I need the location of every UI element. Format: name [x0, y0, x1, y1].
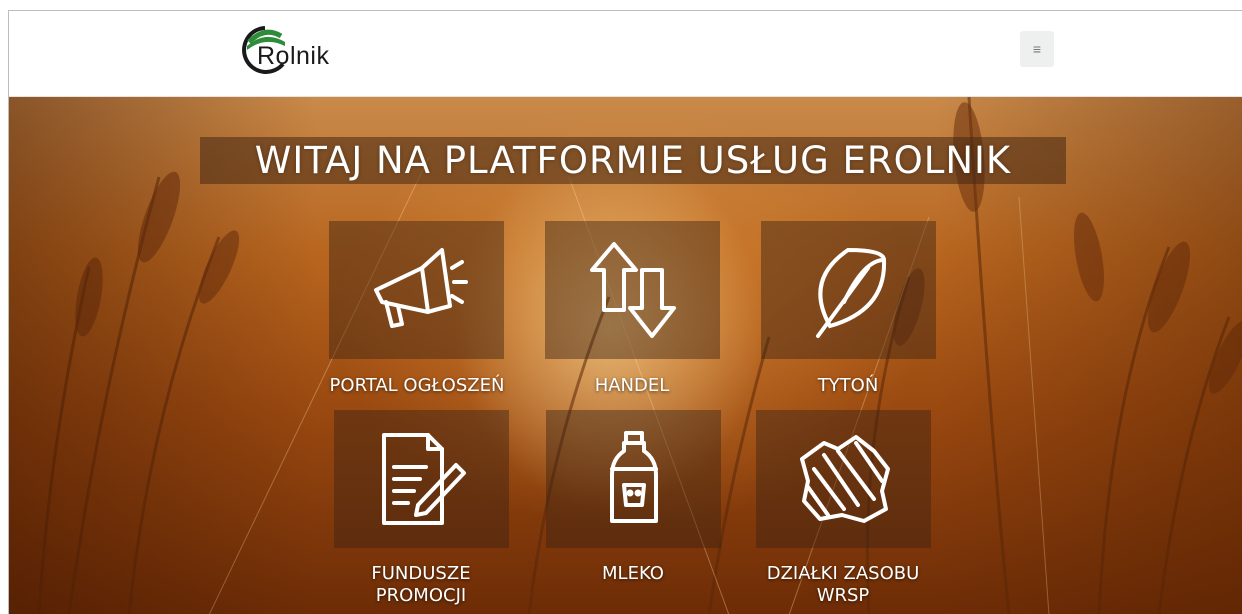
tile-portal-ogloszen-label[interactable]: PORTAL OGŁOSZEŃ [307, 375, 527, 397]
hamburger-icon: ≡ [1032, 41, 1042, 57]
tile-mleko-label[interactable]: MLEKO [523, 563, 743, 585]
document-pen-icon [381, 433, 466, 525]
tile-fundusze-promocji[interactable] [334, 410, 509, 548]
erolnik-logo[interactable]: Rolnik [241, 24, 341, 76]
welcome-title: WITAJ NA PLATFORMIE USŁUG EROLNIK [254, 139, 1012, 182]
tile-tyton[interactable] [761, 221, 936, 359]
hero-section: WITAJ NA PLATFORMIE USŁUG EROLNIK PORTAL… [9, 97, 1242, 614]
tile-dzialki-line2: WRSP [816, 585, 870, 606]
browser-viewport: Rolnik ≡ WITAJ NA PLATFORMIE USŁUG EROLN… [8, 10, 1242, 614]
megaphone-icon [373, 248, 468, 328]
leaf-icon [815, 247, 886, 338]
tile-dzialki-zasobu[interactable] [756, 410, 931, 548]
tile-fundusze-line1: FUNDUSZE [371, 563, 471, 584]
tile-handel[interactable] [545, 221, 720, 359]
tile-dzialki-zasobu-label[interactable]: DZIAŁKI ZASOBU WRSP [733, 563, 953, 607]
tile-dzialki-line1: DZIAŁKI ZASOBU [766, 563, 920, 584]
milk-can-icon [609, 431, 658, 523]
tile-portal-ogloszen[interactable] [329, 221, 504, 359]
land-map-icon [799, 435, 890, 523]
menu-toggle-button[interactable]: ≡ [1020, 31, 1054, 67]
tile-handel-label[interactable]: HANDEL [522, 375, 742, 397]
trade-arrows-icon [589, 242, 676, 338]
logo-text: Rolnik [257, 42, 330, 70]
tile-fundusze-line2: PROMOCJI [375, 585, 467, 606]
tile-mleko[interactable] [546, 410, 721, 548]
welcome-banner: WITAJ NA PLATFORMIE USŁUG EROLNIK [200, 137, 1066, 184]
tile-tyton-label[interactable]: TYTOŃ [738, 375, 958, 397]
tile-fundusze-promocji-label[interactable]: FUNDUSZE PROMOCJI [311, 563, 531, 607]
top-navbar: Rolnik ≡ [9, 11, 1242, 97]
